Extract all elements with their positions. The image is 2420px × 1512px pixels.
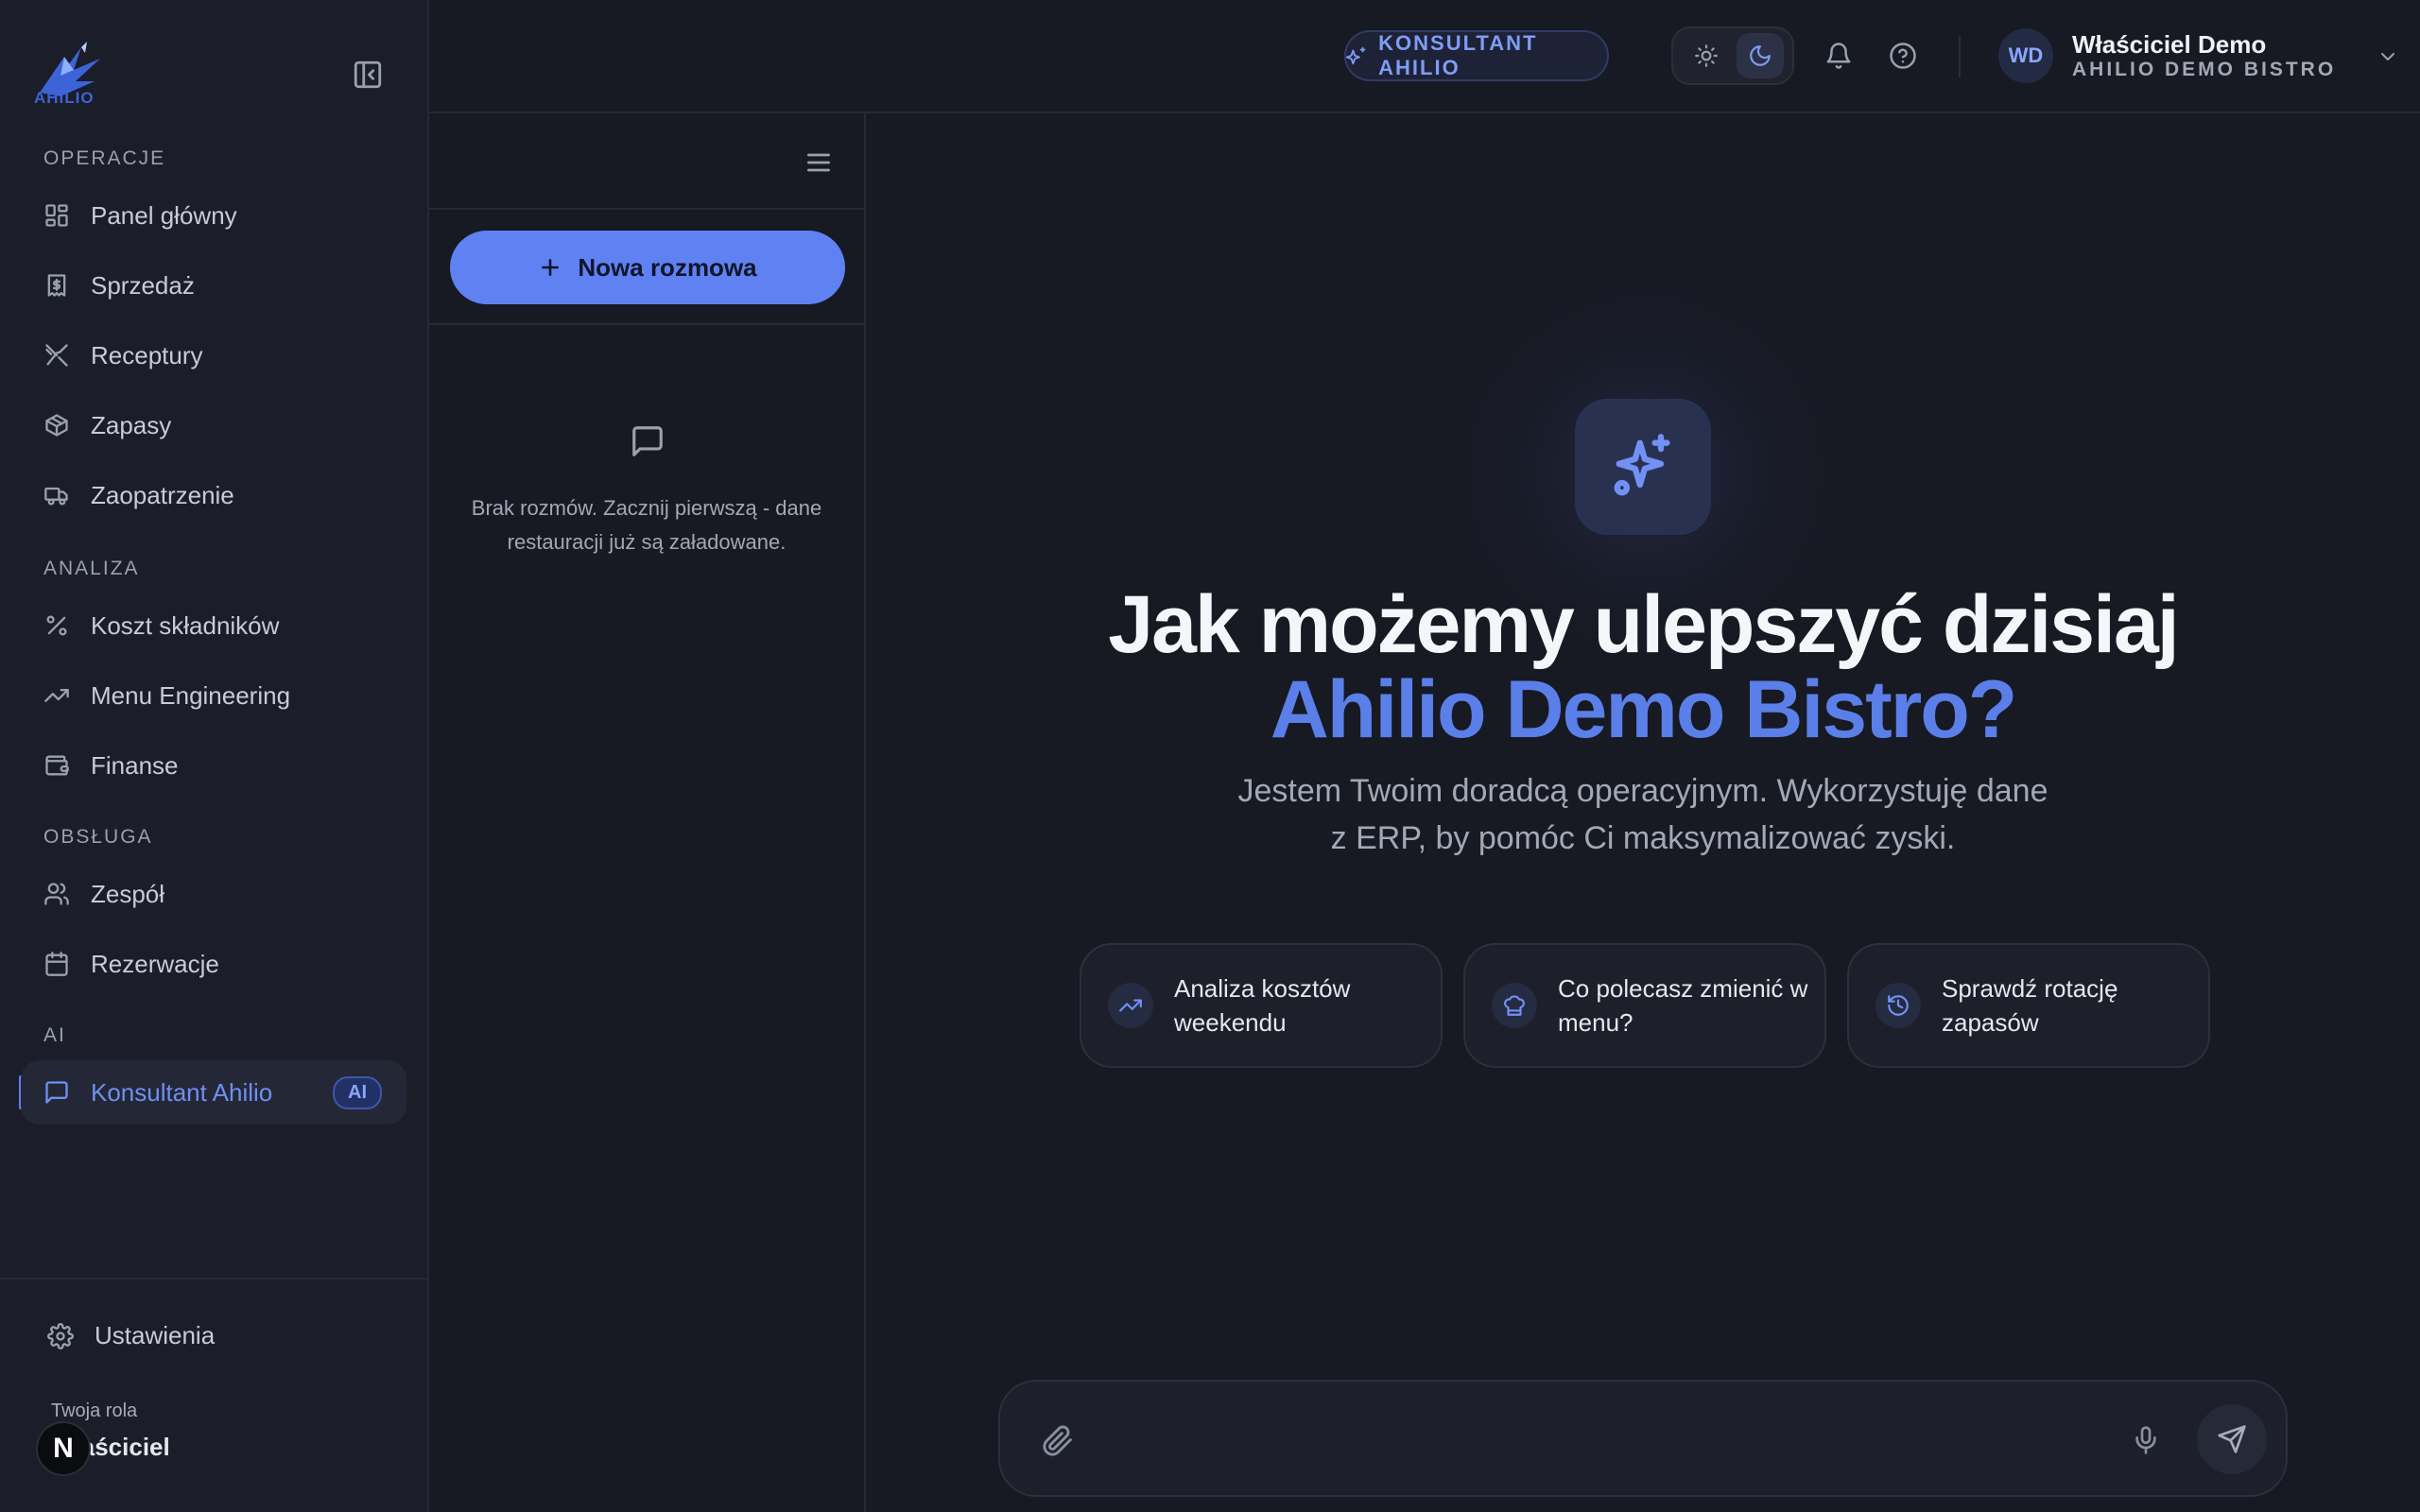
users-icon [44,883,69,905]
sidebar-item-label: Zapasy [91,410,172,439]
sidebar-item-label: Menu Engineering [91,680,291,710]
consultant-button-label: KONSULTANT AHILIO [1378,31,1538,79]
suggestion-icon-wrap [1492,983,1537,1028]
sidebar-item-receptury[interactable]: Receptury [21,323,406,387]
conversations-toolbar [429,113,864,210]
chevron-down-icon[interactable] [2377,45,2399,68]
wallet-icon [45,755,69,776]
sidebar: AHILIO OPERACJE Panel główny Sprzedaż Re… [0,0,429,1512]
trending-up-icon [1119,999,1142,1012]
chat-icon [45,1081,68,1104]
user-organization[interactable]: AHILIO DEMO BISTRO [2072,59,2336,81]
suggestion-icon-wrap [1876,983,1921,1028]
light-theme-button[interactable] [1683,33,1730,78]
send-button[interactable] [2197,1404,2267,1474]
header-divider [1959,36,1961,77]
calendar-icon [45,952,68,976]
consultant-button[interactable]: KONSULTANT AHILIO [1344,30,1609,81]
microphone-icon[interactable] [2131,1425,2161,1455]
role-label: Twoja rola [51,1400,138,1421]
sidebar-item-label: Zaopatrzenie [91,480,234,509]
suggestion-card[interactable]: Sprawdź rotację zapasów [1847,943,2210,1068]
hero-title-restaurant: Ahilio Demo Bistro? [1270,664,2018,755]
sidebar-divider [0,1278,429,1280]
theme-toggle [1671,26,1794,85]
collapse-sidebar-icon[interactable] [352,59,384,91]
message-input[interactable] [1104,1410,2087,1470]
sidebar-item-label: Finanse [91,750,179,780]
help-icon[interactable] [1889,42,1917,70]
plus-icon [542,259,560,276]
sidebar-item-label: Koszt składników [91,610,280,640]
empty-conversations-text: Brak rozmów. Zacznij pierwszą - dane res… [471,496,822,554]
section-label-obsluga: OBSŁUGA [43,826,153,848]
package-icon [45,414,68,437]
dark-theme-button[interactable] [1736,33,1784,78]
suggestion-label: Sprawdź rotację zapasów [1942,974,2118,1037]
dashboard-grid-icon [45,204,68,227]
paperclip-icon[interactable] [1042,1425,1074,1457]
settings-button[interactable]: Ustawienia [47,1321,215,1350]
hero-title: Jak możemy ulepszyć dzisiaj [1108,579,2179,670]
new-conversation-label: Nowa rozmowa [578,252,757,282]
conversations-panel: Nowa rozmowa Brak rozmów. Zacznij pierws… [429,113,866,1512]
dev-tools-badge[interactable]: N [36,1421,91,1476]
sidebar-item-rezerwacje[interactable]: Rezerwacje [21,932,406,996]
utensils-icon [45,344,68,367]
sidebar-item-sprzedaz[interactable]: Sprzedaż [21,253,406,318]
moon-icon [1749,45,1771,66]
sidebar-item-zaopatrzenie[interactable]: Zaopatrzenie [21,463,406,527]
gear-icon [47,1322,74,1349]
suggestion-card[interactable]: Analiza kosztów weekendu [1080,943,1443,1068]
sidebar-item-label: Konsultant Ahilio [91,1077,273,1107]
section-label-ai: AI [43,1024,66,1046]
suggestion-card[interactable]: Co polecasz zmienić w menu? [1463,943,1826,1068]
truck-icon [44,487,68,506]
section-label-analiza: ANALIZA [43,558,140,579]
sidebar-item-menu-engineering[interactable]: Menu Engineering [21,663,406,728]
bell-icon[interactable] [1824,42,1853,70]
suggestion-icon-wrap [1108,983,1153,1028]
sidebar-item-label: Zespół [91,879,165,908]
new-conversation-button[interactable]: Nowa rozmowa [450,231,845,304]
top-header: KONSULTANT AHILIO WD Właściciel Demo AHI… [429,0,2420,113]
chef-hat-icon [1504,995,1525,1016]
sidebar-item-koszt-skladnikow[interactable]: Koszt składników [21,593,406,658]
ai-badge: AI [333,1075,382,1109]
trending-up-icon [44,689,69,702]
hero-icon [1575,399,1711,535]
sidebar-item-zespol[interactable]: Zespół [21,862,406,926]
message-composer [998,1380,2288,1497]
suggestion-label: Analiza kosztów weekendu [1174,974,1351,1037]
menu-icon[interactable] [804,147,834,178]
section-label-operacje: OPERACJE [43,147,166,169]
chat-bubble-icon [632,426,663,456]
sun-icon [1694,44,1718,67]
sidebar-item-label: Panel główny [91,200,237,230]
suggestion-label: Co polecasz zmienić w menu? [1558,974,1808,1037]
percent-icon [46,615,67,636]
sidebar-item-konsultant-ahilio[interactable]: Konsultant Ahilio AI [21,1060,406,1125]
sparkles-icon [1346,46,1366,65]
logo-text: AHILIO [34,89,95,107]
receipt-icon [47,274,66,297]
sidebar-item-zapasy[interactable]: Zapasy [21,393,406,457]
sparkles-icon [1614,434,1670,496]
sidebar-item-label: Rezerwacje [91,949,219,978]
sidebar-item-label: Sprzedaż [91,270,195,300]
user-name[interactable]: Właściciel Demo [2072,30,2266,60]
send-icon [2218,1425,2246,1453]
sidebar-item-finanse[interactable]: Finanse [21,733,406,798]
conversations-divider [429,323,864,325]
hero-subtitle: Jestem Twoim doradcą operacyjnym. Wykorz… [1237,773,2048,856]
history-icon [1888,995,1909,1016]
avatar[interactable]: WD [1998,28,2053,83]
settings-label: Ustawienia [95,1321,216,1349]
sidebar-item-panel-glowny[interactable]: Panel główny [21,183,406,248]
sidebar-item-label: Receptury [91,340,203,369]
